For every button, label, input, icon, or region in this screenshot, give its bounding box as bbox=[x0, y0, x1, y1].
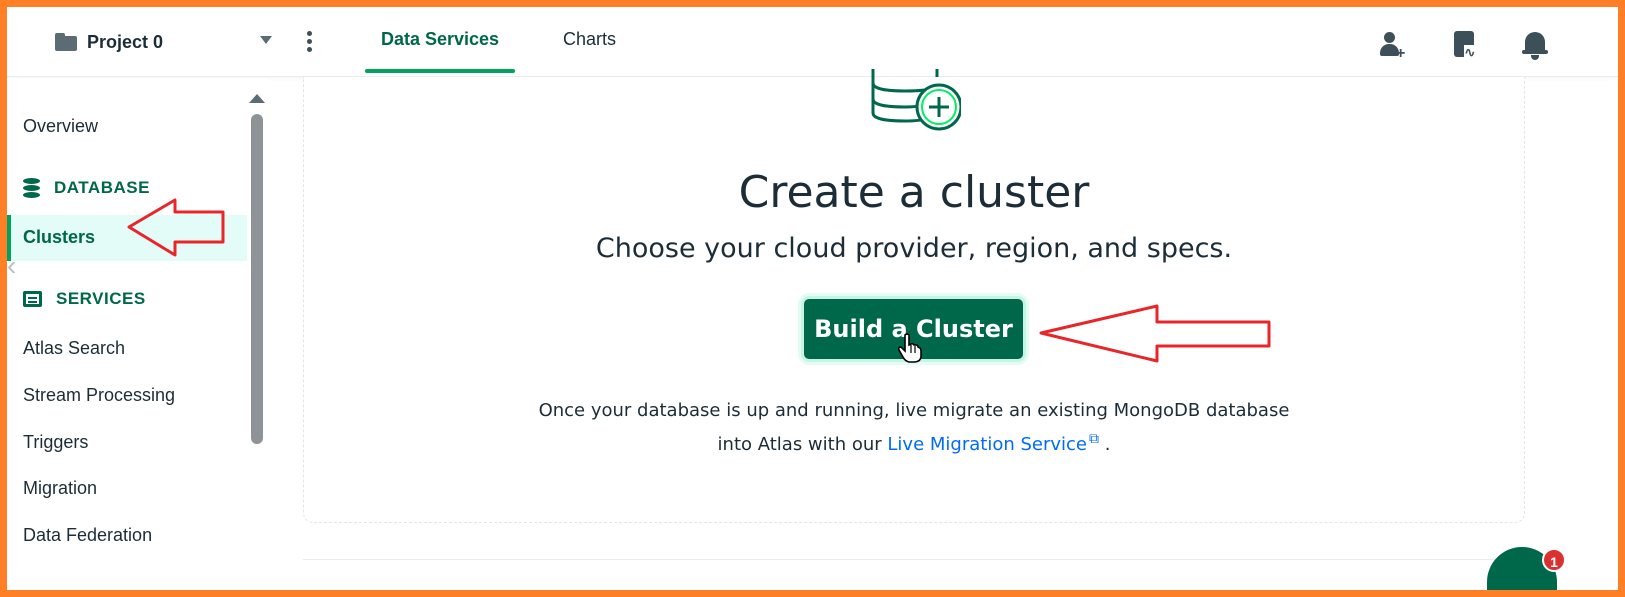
sidebar-item-migration[interactable]: Migration bbox=[23, 478, 97, 499]
database-heading-label: DATABASE bbox=[54, 178, 150, 197]
chat-notification-badge: 1 bbox=[1542, 548, 1566, 572]
app-window: Project 0 Data Services Charts + ∿ ‹ Ove… bbox=[7, 7, 1618, 590]
sidebar-item-triggers[interactable]: Triggers bbox=[23, 432, 88, 453]
page-title: Create a cluster bbox=[738, 167, 1090, 218]
sidebar-scrollbar[interactable] bbox=[251, 114, 263, 444]
activity-feed-icon[interactable]: ∿ bbox=[1449, 29, 1481, 61]
tab-data-services[interactable]: Data Services bbox=[365, 29, 515, 73]
live-migration-service-link[interactable]: Live Migration Service bbox=[887, 434, 1087, 455]
folder-icon bbox=[55, 33, 77, 51]
user-plus-icon[interactable]: + bbox=[1377, 29, 1409, 62]
top-navigation-bar: Project 0 Data Services Charts + ∿ bbox=[7, 7, 1618, 77]
clusters-label: Clusters bbox=[23, 227, 96, 247]
sidebar-item-stream-processing[interactable]: Stream Processing bbox=[23, 385, 175, 406]
more-options-icon[interactable] bbox=[307, 31, 313, 55]
project-name: Project 0 bbox=[87, 31, 164, 52]
services-heading-label: SERVICES bbox=[56, 289, 146, 308]
bell-icon[interactable] bbox=[1519, 29, 1551, 61]
migration-info-suffix: . bbox=[1098, 434, 1111, 455]
divider bbox=[303, 559, 1563, 560]
migration-info: Once your database is up and running, li… bbox=[303, 397, 1525, 459]
cluster-add-icon bbox=[871, 69, 961, 131]
external-link-icon[interactable]: ⧉ bbox=[1089, 425, 1099, 453]
hand-cursor-icon bbox=[898, 333, 922, 363]
annotation-arrow-clusters bbox=[127, 198, 225, 257]
project-selector[interactable]: Project 0 bbox=[55, 29, 163, 55]
migration-info-line2: into Atlas with our Live Migration Servi… bbox=[303, 425, 1525, 459]
migration-info-prefix: into Atlas with our bbox=[717, 434, 888, 455]
migration-info-line1: Once your database is up and running, li… bbox=[538, 400, 1290, 421]
sidebar-item-data-federation[interactable]: Data Federation bbox=[23, 525, 152, 546]
sidebar-heading-services: SERVICES bbox=[23, 289, 146, 309]
database-icon bbox=[23, 178, 40, 198]
sidebar-item-overview[interactable]: Overview bbox=[23, 116, 98, 137]
tab-charts[interactable]: Charts bbox=[563, 29, 616, 65]
page-subtitle: Choose your cloud provider, region, and … bbox=[595, 233, 1233, 264]
sidebar-item-atlas-search[interactable]: Atlas Search bbox=[23, 338, 125, 359]
sidebar: ‹ Overview DATABASE Clusters SERVICES At… bbox=[7, 78, 269, 590]
services-icon bbox=[23, 291, 42, 307]
chevron-down-icon[interactable] bbox=[260, 36, 272, 44]
sidebar-heading-database: DATABASE bbox=[23, 178, 150, 198]
annotation-arrow-build bbox=[1039, 304, 1271, 363]
scroll-up-arrow-icon[interactable] bbox=[249, 94, 265, 103]
